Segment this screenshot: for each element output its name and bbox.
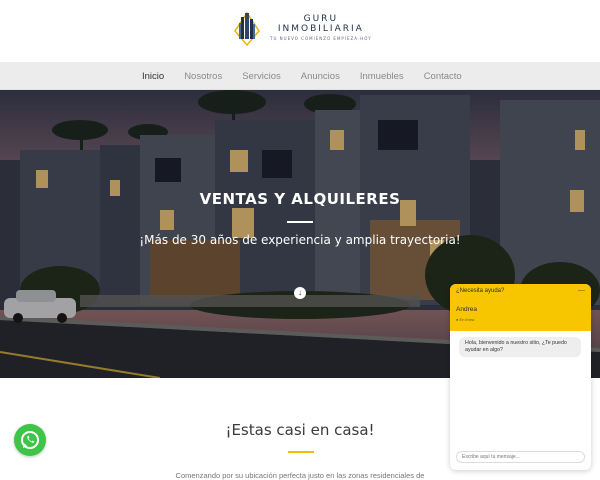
nav-items: Inicio Nosotros Servicios Anuncios Inmue… (142, 62, 482, 90)
hero-title: VENTAS Y ALQUILERES (199, 190, 401, 208)
nav-item-inicio[interactable]: Inicio (142, 71, 164, 82)
building-logo-icon (234, 11, 260, 47)
nav-item-anuncios[interactable]: Anuncios (301, 71, 340, 82)
hero-divider (287, 221, 313, 223)
chat-agent-status: ● En línea (456, 317, 475, 322)
main-nav: Inicio Nosotros Servicios Anuncios Inmue… (0, 62, 600, 90)
nav-item-servicios[interactable]: Servicios (242, 71, 281, 82)
logo[interactable]: GURU INMOBILIARIA TU NUEVO COMIENZO EMPI… (232, 8, 372, 48)
chat-widget: ¿Necesita ayuda? — Andrea ● En línea Hol… (450, 284, 591, 470)
nav-item-contacto[interactable]: Contacto (424, 71, 462, 82)
logo-tagline: TU NUEVO COMIENZO EMPIEZA HOY (270, 36, 372, 41)
whatsapp-button[interactable] (14, 424, 46, 456)
scroll-down-button[interactable]: ↓ (294, 287, 306, 299)
nav-item-inmuebles[interactable]: Inmuebles (360, 71, 404, 82)
site-header: GURU INMOBILIARIA TU NUEVO COMIENZO EMPI… (0, 0, 600, 62)
chat-message-input[interactable] (456, 451, 585, 463)
nav-item-nosotros[interactable]: Nosotros (184, 71, 222, 82)
chat-header: ¿Necesita ayuda? — Andrea ● En línea (450, 284, 591, 331)
page: GURU INMOBILIARIA TU NUEVO COMIENZO EMPI… (0, 0, 600, 480)
logo-text: GURU INMOBILIARIA TU NUEVO COMIENZO EMPI… (270, 14, 372, 42)
logo-name: INMOBILIARIA (277, 24, 364, 34)
logo-brand: GURU (303, 14, 339, 24)
section-text: Comenzando por su ubicación perfecta jus… (175, 471, 425, 480)
whatsapp-icon (21, 431, 39, 449)
chat-header-question: ¿Necesita ayuda? (456, 288, 505, 294)
chat-message-bubble: Hola, bienvenido a nuestro sitio, ¿Te pu… (459, 337, 581, 357)
section-underline (288, 451, 314, 453)
arrow-down-circle-icon: ↓ (298, 288, 302, 297)
hero-subtitle: ¡Más de 30 años de experiencia y amplia … (139, 233, 461, 247)
chat-agent-name: Andrea (456, 306, 477, 313)
close-icon[interactable]: — (578, 287, 585, 294)
